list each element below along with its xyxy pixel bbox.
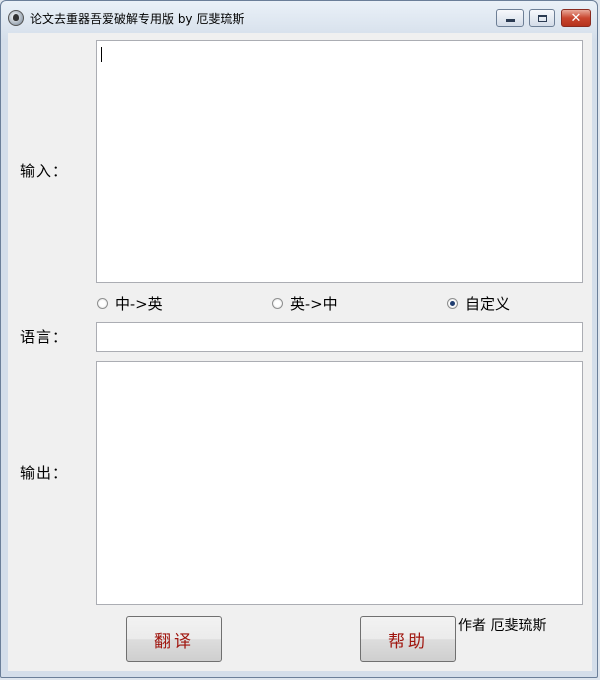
output-label: 输出： [20, 464, 69, 482]
input-textarea[interactable] [96, 40, 583, 283]
maximize-icon [537, 14, 547, 22]
minimize-button[interactable] [496, 9, 524, 27]
app-window: 论文去重器吾爱破解专用版 by 厄斐琉斯 ✕ 输入： 中->英 英->中 自定义 [0, 0, 598, 678]
radio-en-zh[interactable]: 英->中 [272, 292, 338, 314]
translate-button[interactable]: 翻译 [126, 616, 222, 662]
close-icon: ✕ [570, 10, 582, 26]
close-button[interactable]: ✕ [561, 9, 591, 27]
radio-label-en-zh: 英->中 [290, 294, 338, 313]
app-icon [8, 10, 24, 26]
radio-label-zh-en: 中->英 [115, 294, 163, 313]
help-button[interactable]: 帮助 [360, 616, 456, 662]
maximize-button[interactable] [529, 9, 555, 27]
window-title: 论文去重器吾爱破解专用版 by 厄斐琉斯 [30, 12, 245, 26]
form-body: 输入： 中->英 英->中 自定义 语言： 输出： 翻译 帮助 [8, 33, 592, 671]
minimize-icon [505, 19, 515, 22]
author-credit: 作者 厄斐琉斯 [458, 618, 547, 634]
text-caret [101, 47, 102, 62]
radio-button-en-zh[interactable] [272, 297, 283, 309]
radio-custom[interactable]: 自定义 [447, 292, 510, 314]
language-input[interactable] [96, 322, 583, 352]
radio-zh-en[interactable]: 中->英 [97, 292, 163, 314]
title-bar[interactable]: 论文去重器吾爱破解专用版 by 厄斐琉斯 ✕ [1, 1, 597, 33]
radio-label-custom: 自定义 [465, 294, 511, 313]
radio-button-zh-en[interactable] [97, 297, 108, 309]
language-label: 语言： [20, 328, 69, 346]
input-label: 输入： [20, 162, 69, 180]
radio-button-custom[interactable] [447, 297, 458, 309]
output-textarea[interactable] [96, 361, 583, 605]
